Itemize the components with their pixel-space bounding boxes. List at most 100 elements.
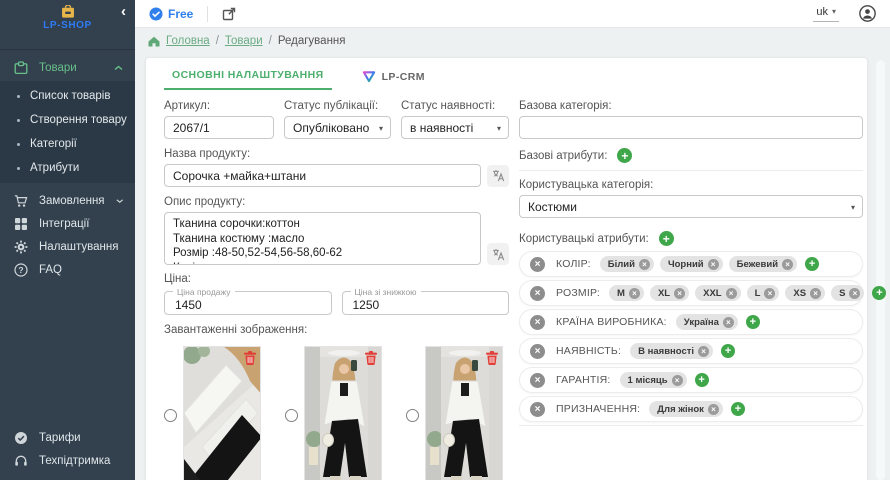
add-value-icon[interactable]: + [731, 402, 745, 416]
account-button[interactable] [859, 5, 876, 22]
product-name-input[interactable] [164, 164, 481, 187]
main-image-radio[interactable] [406, 409, 419, 422]
remove-attribute-icon[interactable]: × [530, 286, 545, 301]
remove-value-icon[interactable]: × [849, 288, 860, 299]
attribute-values: В наявності × [630, 343, 713, 359]
publication-status-select[interactable]: Опубліковано ▾ [284, 116, 391, 139]
product-photo [305, 347, 382, 480]
availability-status-select[interactable]: в наявності ▾ [401, 116, 509, 139]
add-base-attribute-button[interactable]: + [617, 148, 632, 163]
bullet-icon [17, 119, 20, 122]
remove-value-icon[interactable]: × [629, 288, 640, 299]
tab-lp-crm[interactable]: LP-CRM [354, 70, 433, 90]
remove-value-icon[interactable]: × [782, 259, 793, 270]
add-value-icon[interactable]: + [721, 344, 735, 358]
translate-button[interactable] [487, 165, 509, 187]
remove-attribute-icon[interactable]: × [530, 315, 545, 330]
caret-down-icon: ▾ [497, 124, 501, 133]
custom-attributes-label: Користувацькі атрибути: [519, 233, 649, 245]
custom-category-select[interactable]: Костюми ▾ [519, 195, 863, 218]
main-image-radio[interactable] [164, 409, 177, 422]
remove-value-icon[interactable]: × [672, 375, 683, 386]
remove-value-icon[interactable]: × [810, 288, 821, 299]
remove-attribute-icon[interactable]: × [530, 257, 545, 272]
attribute-value-chip: XXL × [695, 285, 740, 301]
sidebar-item-settings[interactable]: Налаштування [0, 235, 135, 258]
remove-value-icon[interactable]: × [674, 288, 685, 299]
sidebar-item-tariffs[interactable]: Тарифи [0, 426, 135, 449]
external-link-icon[interactable] [222, 7, 236, 21]
remove-attribute-icon[interactable]: × [530, 373, 545, 388]
logo-text: LP-SHOP [43, 20, 92, 31]
sidebar-item-orders[interactable]: Замовлення [0, 189, 135, 212]
discount-price-field[interactable]: Ціна зі знижкою 1250 [342, 291, 510, 315]
remove-value-icon[interactable]: × [639, 259, 650, 270]
chip-label: Білий [608, 259, 635, 270]
chip-label: L [755, 288, 761, 299]
add-custom-attribute-button[interactable]: + [659, 231, 674, 246]
scrollbar[interactable] [876, 60, 885, 480]
sidebar-item-attributes[interactable]: Атрибути [0, 156, 135, 180]
price-label: Ціна: [164, 273, 509, 285]
breadcrumb: Головна / Товари / Редагування [135, 28, 890, 54]
sidebar-item-faq[interactable]: ? FAQ [0, 258, 135, 281]
attribute-value-chip: Білий × [600, 256, 654, 272]
remove-value-icon[interactable]: × [698, 346, 709, 357]
image-item [406, 346, 503, 480]
sidebar-item-categories[interactable]: Категорії [0, 132, 135, 156]
chip-label: M [617, 288, 625, 299]
chip-label: XL [658, 288, 670, 299]
delete-image-icon[interactable] [365, 351, 377, 365]
sku-input[interactable] [164, 116, 274, 139]
breadcrumb-current: Редагування [278, 35, 346, 47]
right-column: Базова категорія: Базові атрибути: + Кор… [519, 100, 863, 480]
add-value-icon[interactable]: + [805, 257, 819, 271]
sidebar-collapse-icon[interactable]: ‹ [121, 5, 126, 19]
main-image-radio[interactable] [285, 409, 298, 422]
verified-icon [149, 7, 163, 21]
description-textarea[interactable]: Тканина сорочки:коттон Тканина костюму :… [164, 212, 481, 265]
translate-icon [492, 248, 505, 261]
language-select[interactable]: uk ▾ [813, 6, 839, 22]
remove-value-icon[interactable]: × [726, 288, 737, 299]
attribute-value-chip: M × [609, 285, 644, 301]
remove-attribute-icon[interactable]: × [530, 402, 545, 417]
chip-label: Чорний [668, 259, 704, 270]
breadcrumb-products[interactable]: Товари [225, 35, 263, 47]
add-value-icon[interactable]: + [695, 373, 709, 387]
translate-icon [492, 169, 505, 182]
product-image-thumbnail [304, 346, 382, 480]
product-photo [426, 347, 503, 480]
remove-value-icon[interactable]: × [708, 259, 719, 270]
remove-value-icon[interactable]: × [723, 317, 734, 328]
remove-attribute-icon[interactable]: × [530, 344, 545, 359]
sale-price-field[interactable]: Ціна продажу 1450 [164, 291, 332, 315]
add-value-icon[interactable]: + [746, 315, 760, 329]
chip-label: Для жінок [657, 404, 704, 415]
remove-value-icon[interactable]: × [764, 288, 775, 299]
products-submenu: Список товарів Створення товару Категорі… [0, 81, 135, 183]
attribute-name: ПРИЗНАЧЕННЯ: [556, 403, 640, 415]
delete-image-icon[interactable] [486, 351, 498, 365]
plan-badge[interactable]: Free [149, 7, 193, 21]
divider [207, 6, 208, 22]
sidebar-item-product-list[interactable]: Список товарів [0, 84, 135, 108]
sidebar-item-products[interactable]: Товари [0, 55, 135, 81]
remove-value-icon[interactable]: × [708, 404, 719, 415]
product-image-thumbnail [425, 346, 503, 480]
sidebar-item-product-create[interactable]: Створення товару [0, 108, 135, 132]
breadcrumb-home[interactable]: Головна [166, 35, 210, 47]
attribute-value-chip: Чорний × [660, 256, 723, 272]
delete-image-icon[interactable] [244, 351, 256, 365]
attribute-row: × НАЯВНІСТЬ: В наявності × + [519, 338, 863, 364]
base-category-input[interactable] [519, 116, 863, 139]
attribute-name: РОЗМІР: [556, 287, 600, 299]
attribute-row: × РОЗМІР: M × XL × XXL × L × XS × S × + [519, 280, 863, 306]
image-item [164, 346, 261, 480]
sidebar-item-support[interactable]: Техпідтримка [0, 449, 135, 472]
sidebar-item-integrations[interactable]: Інтеграції [0, 212, 135, 235]
tab-main-settings[interactable]: ОСНОВНІ НАЛАШТУВАННЯ [164, 69, 332, 90]
chip-label: XXL [703, 288, 721, 299]
translate-button[interactable] [487, 243, 509, 265]
attribute-row: × КОЛІР: Білий × Чорний × Бежевий × + [519, 251, 863, 277]
